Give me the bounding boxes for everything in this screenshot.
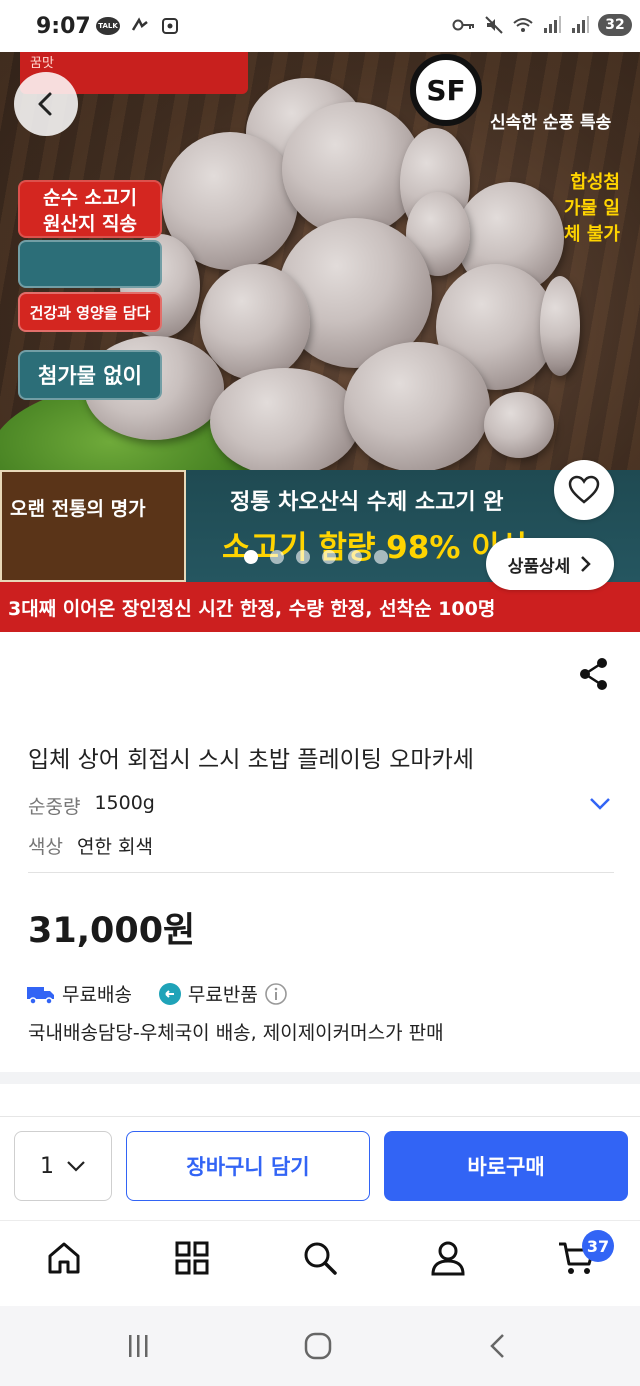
share-button[interactable]: [572, 652, 616, 696]
battery-indicator: 32: [598, 14, 632, 36]
meatball: [200, 264, 310, 380]
badge-pure-beef-text: 순수 소고기 원산지 직송: [42, 187, 137, 235]
divider: [28, 872, 614, 873]
cart-count-badge: 37: [582, 1230, 614, 1262]
option-color: 색상 연한 회색: [28, 832, 153, 859]
quantity-select[interactable]: 1: [14, 1131, 112, 1201]
truck-icon: [27, 986, 54, 1005]
info-icon[interactable]: [264, 982, 288, 1006]
talk-icon: TALK: [96, 17, 120, 35]
system-back-button[interactable]: [478, 1326, 518, 1366]
meatball: [540, 276, 580, 376]
shipping-info-row: 무료배송 무료반품: [26, 980, 288, 1007]
options-expand-button[interactable]: [586, 790, 614, 818]
sf-express-text: 신속한 순풍 특송: [490, 113, 612, 133]
home-circle-icon: [304, 1332, 332, 1360]
nav-mypage[interactable]: [426, 1236, 470, 1280]
free-shipping-label: 무료배송: [62, 984, 132, 1006]
wifi-icon: [513, 18, 533, 32]
chevron-right-icon: [581, 556, 592, 572]
option-weight: 순중량 1500g: [28, 792, 155, 819]
user-icon: [431, 1241, 465, 1276]
option-value: 연한 회색: [76, 836, 153, 858]
badge-no-additives: 첨가물 없이: [18, 350, 162, 400]
meatball: [210, 368, 360, 476]
recent-apps-button[interactable]: [118, 1326, 158, 1366]
status-left-icons: TALK: [96, 16, 180, 36]
nav-categories[interactable]: [170, 1236, 214, 1280]
meatball: [484, 392, 554, 458]
option-label: 순중량: [28, 796, 81, 818]
free-return-label: 무료반품: [187, 984, 258, 1006]
add-to-cart-button[interactable]: 장바구니 담기: [126, 1131, 370, 1201]
screenshot-icon: [162, 18, 178, 34]
return-icon: [158, 982, 181, 1005]
status-right-icons: 32: [452, 14, 632, 36]
search-icon: [304, 1242, 337, 1275]
product-price: 31,000원: [28, 911, 196, 951]
side-text-line: 체 불가: [564, 224, 620, 245]
mute-icon: [485, 16, 503, 34]
side-text-line: 합성첨: [570, 172, 620, 193]
side-text-line: 가물 일: [564, 198, 620, 219]
meatball: [344, 342, 490, 472]
product-title: 입체 상어 회접시 스시 초밥 플레이팅 오마카세: [28, 747, 474, 773]
carousel-dot[interactable]: [322, 550, 336, 564]
option-value: 1500g: [94, 792, 155, 814]
carousel-dot[interactable]: [374, 550, 388, 564]
carousel-dot[interactable]: [244, 550, 258, 564]
chevron-down-icon: [590, 798, 610, 810]
heart-icon: [568, 475, 600, 504]
nav-home[interactable]: [42, 1236, 86, 1280]
section-divider: [0, 1072, 640, 1084]
product-detail-button[interactable]: 상품상세: [486, 538, 614, 590]
carousel-dots: [244, 550, 388, 564]
home-button[interactable]: [298, 1326, 338, 1366]
carousel-dot[interactable]: [296, 550, 310, 564]
badge-health: 건강과 영양을 담다: [18, 292, 162, 332]
grid-icon: [175, 1241, 209, 1275]
side-text: 합성첨 가물 일 체 불가: [564, 170, 620, 248]
option-label: 색상: [28, 836, 63, 858]
back-button[interactable]: [14, 72, 78, 136]
chevron-left-icon: [38, 92, 52, 116]
wishlist-button[interactable]: [554, 460, 614, 520]
key-icon: [452, 19, 474, 31]
chevron-down-icon: [67, 1161, 85, 1172]
status-time: 9:07: [36, 14, 91, 39]
recent-apps-icon: [129, 1335, 148, 1357]
band-headline: 정통 차오산식 수제 소고기 완: [230, 490, 504, 515]
product-detail-label: 상품상세: [507, 556, 571, 577]
signal-icon-2: [572, 16, 589, 33]
nav-search[interactable]: [298, 1236, 342, 1280]
tradition-box: 오랜 전통의 명가: [0, 470, 186, 582]
carousel-dot[interactable]: [270, 550, 284, 564]
status-bar: 9:07 TALK 32: [0, 0, 640, 52]
sf-logo: SF: [410, 54, 482, 126]
share-icon: [580, 658, 607, 690]
badge-blank: [18, 240, 162, 288]
seller-info: 국내배송담당-우체국이 배송, 제이제이커머스가 판매: [28, 1022, 444, 1044]
buy-now-button[interactable]: 바로구매: [384, 1131, 628, 1201]
top-banner-text: 꿈맛: [30, 56, 54, 71]
badge-pure-beef: 순수 소고기 원산지 직송: [18, 180, 162, 238]
notification-icon: [131, 17, 148, 31]
home-icon: [48, 1242, 80, 1274]
signal-icon-1: [544, 16, 561, 33]
quantity-value: 1: [40, 1153, 54, 1179]
back-arrow-icon: [490, 1334, 504, 1358]
carousel-dot[interactable]: [348, 550, 362, 564]
